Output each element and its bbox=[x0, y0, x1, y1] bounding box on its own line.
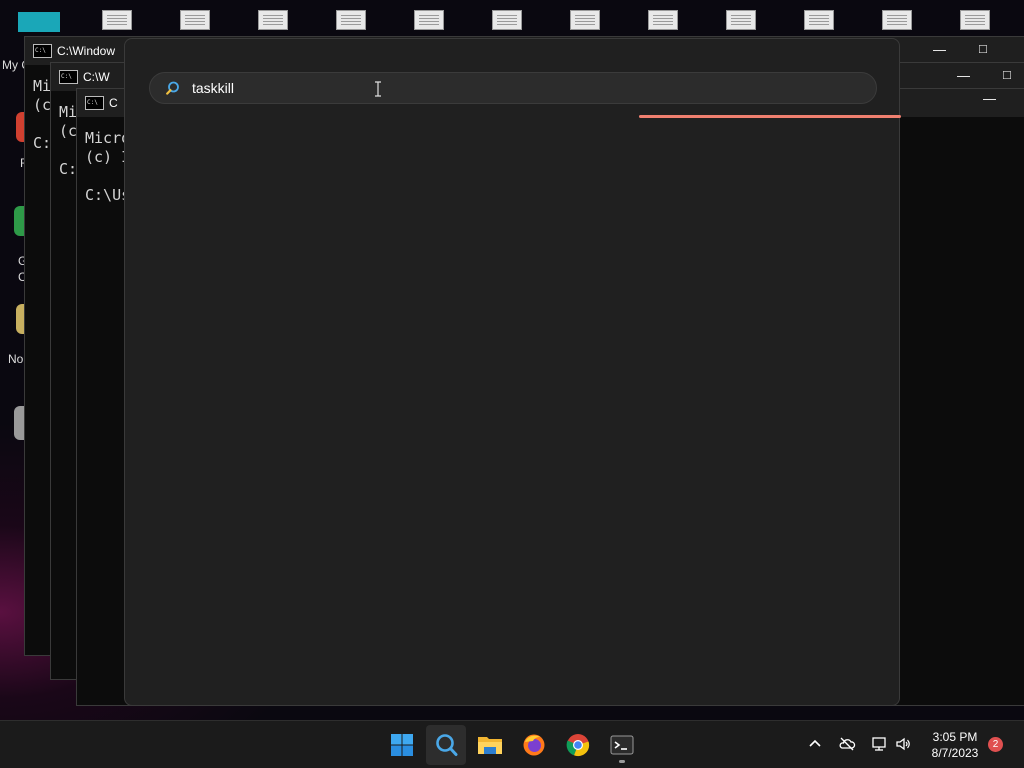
minimize-button[interactable]: — bbox=[933, 42, 946, 57]
search-box[interactable] bbox=[149, 72, 877, 104]
text-cursor-icon bbox=[375, 81, 381, 97]
window-title: C:\Window bbox=[57, 44, 116, 58]
chrome-button[interactable] bbox=[558, 725, 598, 765]
terminal-button[interactable] bbox=[602, 725, 642, 765]
console-line: (c bbox=[33, 96, 52, 114]
firefox-button[interactable] bbox=[514, 725, 554, 765]
firefox-icon bbox=[523, 734, 545, 756]
chevron-up-icon[interactable] bbox=[806, 735, 824, 753]
running-indicator bbox=[619, 760, 625, 763]
system-clock[interactable]: 3:05 PM 8/7/2023 bbox=[920, 729, 990, 761]
minimize-button[interactable]: — bbox=[957, 68, 970, 83]
terminal-icon bbox=[610, 735, 634, 755]
search-progress-bar bbox=[639, 115, 901, 118]
document-icon[interactable] bbox=[256, 10, 288, 30]
document-icon[interactable] bbox=[490, 10, 522, 30]
volume-icon[interactable] bbox=[894, 735, 912, 753]
document-icon[interactable] bbox=[646, 10, 678, 30]
document-icon[interactable] bbox=[802, 10, 834, 30]
my-computer-icon[interactable] bbox=[18, 12, 60, 32]
taskbar: 3:05 PM 8/7/2023 2 bbox=[0, 720, 1024, 768]
document-icon[interactable] bbox=[724, 10, 756, 30]
clock-time: 3:05 PM bbox=[932, 730, 978, 744]
document-icon[interactable] bbox=[100, 10, 132, 30]
cmd-icon: C:\ bbox=[33, 44, 52, 58]
minimize-button[interactable]: — bbox=[983, 91, 996, 106]
desktop-icon-label: No bbox=[8, 352, 24, 366]
document-icon[interactable] bbox=[178, 10, 210, 30]
search-icon bbox=[166, 81, 179, 95]
taskbar-search-button[interactable] bbox=[426, 725, 466, 765]
cmd-icon: C:\ bbox=[85, 96, 104, 110]
chrome-icon bbox=[566, 734, 590, 757]
maximize-button[interactable]: □ bbox=[979, 41, 987, 56]
onedrive-offline-icon[interactable] bbox=[838, 735, 856, 753]
console-line: (c bbox=[59, 122, 78, 140]
search-input[interactable] bbox=[192, 77, 832, 99]
window-title: C:\W bbox=[83, 70, 110, 84]
clock-date: 8/7/2023 bbox=[931, 746, 979, 760]
window-title: C bbox=[109, 96, 118, 110]
windows-start-icon bbox=[391, 734, 413, 756]
console-line: C: bbox=[33, 134, 52, 152]
file-explorer-icon bbox=[478, 737, 502, 754]
search-flyout bbox=[124, 38, 901, 706]
document-icon[interactable] bbox=[880, 10, 912, 30]
file-explorer-button[interactable] bbox=[470, 725, 510, 765]
notification-badge[interactable]: 2 bbox=[988, 737, 1003, 752]
document-icon[interactable] bbox=[334, 10, 366, 30]
network-icon[interactable] bbox=[870, 735, 888, 753]
console-line: Mi bbox=[33, 77, 52, 95]
document-icon[interactable] bbox=[412, 10, 444, 30]
console-line: Mi bbox=[59, 103, 78, 121]
cmd-icon: C:\ bbox=[59, 70, 78, 84]
document-icon[interactable] bbox=[568, 10, 600, 30]
console-line: C: bbox=[59, 160, 78, 178]
document-icon[interactable] bbox=[958, 10, 990, 30]
start-button[interactable] bbox=[382, 725, 422, 765]
maximize-button[interactable]: □ bbox=[1003, 67, 1011, 82]
search-icon bbox=[436, 734, 458, 756]
